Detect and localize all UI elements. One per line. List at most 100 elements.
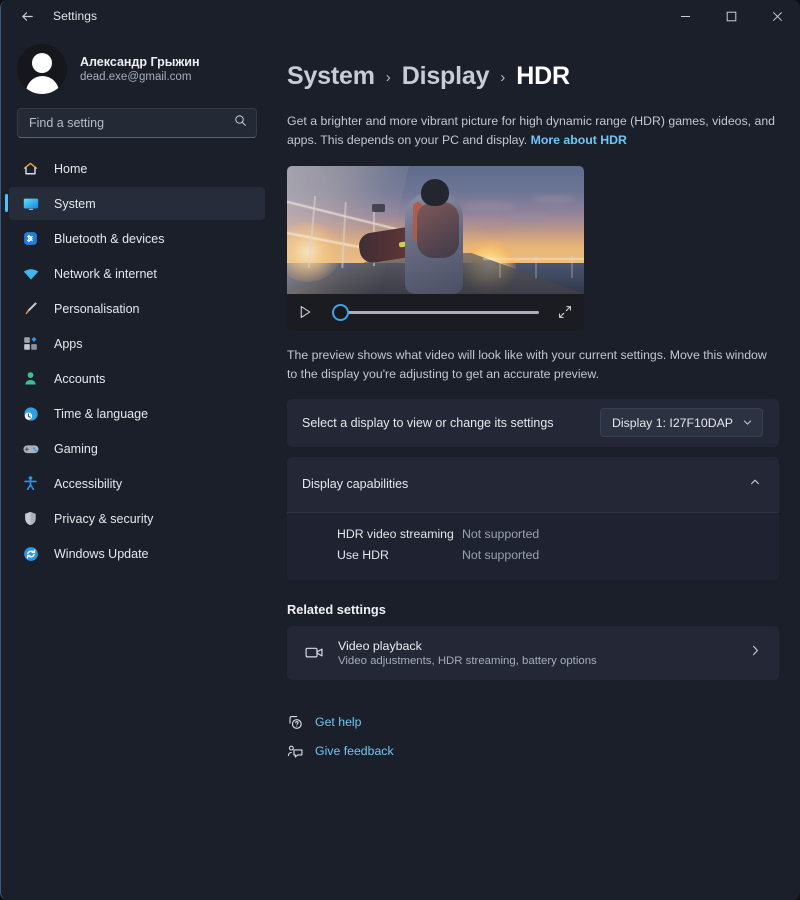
sidebar-item-home[interactable]: Home: [9, 152, 265, 185]
sidebar-item-system[interactable]: System: [5, 187, 265, 220]
apps-grid-icon: [21, 334, 40, 353]
sidebar-item-label: Accounts: [54, 371, 106, 386]
gamepad-icon: [21, 439, 40, 458]
account-section[interactable]: Александр Грыжин dead.exe@gmail.com: [1, 32, 273, 108]
feedback-icon: [287, 743, 315, 760]
breadcrumb-display[interactable]: Display: [402, 62, 490, 91]
maximize-icon: [726, 11, 736, 21]
shield-icon: [21, 509, 40, 528]
paintbrush-icon: [21, 299, 40, 318]
video-backpack: [417, 201, 459, 258]
video-playback-text: Video playback Video adjustments, HDR st…: [338, 639, 597, 667]
display-selector-card: Select a display to view or change its s…: [287, 398, 779, 447]
chevron-right-icon: ›: [500, 69, 506, 86]
video-far-post: [535, 255, 537, 278]
play-button[interactable]: [299, 305, 321, 319]
video-cloud: [477, 223, 511, 230]
video-far-post: [571, 255, 573, 278]
sidebar-item-bluetooth[interactable]: Bluetooth & devices: [9, 222, 265, 255]
video-playback-item[interactable]: Video playback Video adjustments, HDR st…: [287, 625, 779, 680]
accessibility-person-icon: [21, 474, 40, 493]
breadcrumb-system[interactable]: System: [287, 62, 375, 91]
get-help-link[interactable]: Get help: [287, 708, 437, 737]
capability-row: HDR video streaming Not supported: [287, 524, 779, 545]
fullscreen-button[interactable]: [552, 305, 572, 319]
video-preview-image: [287, 165, 584, 294]
seek-track: [332, 311, 539, 314]
sidebar-item-label: Bluetooth & devices: [54, 231, 165, 246]
sidebar-item-label: Network & internet: [54, 266, 157, 281]
sidebar-item-network[interactable]: Network & internet: [9, 257, 265, 290]
sidebar-item-label: Time & language: [54, 406, 149, 421]
display-selector-label: Select a display to view or change its s…: [302, 415, 554, 430]
fullscreen-expand-icon: [559, 306, 571, 319]
seek-thumb[interactable]: [332, 303, 349, 321]
search-section: [1, 108, 273, 148]
search-input[interactable]: [29, 116, 234, 130]
sidebar-item-label: Windows Update: [54, 546, 149, 561]
video-playback-title: Video playback: [338, 638, 422, 653]
sidebar-item-time-language[interactable]: Time & language: [9, 397, 265, 430]
capability-name: Use HDR: [337, 548, 389, 563]
display-select-dropdown[interactable]: Display 1: I27F10DAP: [600, 408, 763, 438]
close-icon: [772, 11, 782, 21]
give-feedback-link[interactable]: Give feedback: [287, 737, 437, 766]
chevron-right-icon: [749, 644, 762, 662]
video-seek-slider[interactable]: [332, 301, 539, 323]
related-settings-title: Related settings: [287, 601, 386, 617]
sidebar-item-personalisation[interactable]: Personalisation: [9, 292, 265, 325]
window-title: Settings: [53, 9, 98, 23]
window-body: Александр Грыжин dead.exe@gmail.com Find…: [1, 32, 800, 900]
sidebar-item-windows-update[interactable]: Windows Update: [9, 537, 265, 570]
sidebar-item-gaming[interactable]: Gaming: [9, 432, 265, 465]
capability-value: Not supported: [462, 548, 540, 563]
display-capabilities-body: HDR video streaming Not supported Use HD…: [287, 511, 779, 580]
video-cloud: [503, 213, 549, 222]
minimize-button[interactable]: [662, 0, 708, 32]
sidebar-item-apps[interactable]: Apps: [9, 327, 265, 360]
video-cloud: [533, 195, 575, 203]
update-refresh-icon: [21, 544, 40, 563]
title-bar: Settings: [1, 0, 800, 32]
more-about-hdr-link[interactable]: More about HDR: [531, 133, 627, 147]
sidebar-item-accessibility[interactable]: Accessibility: [9, 467, 265, 500]
sidebar-item-label: Accessibility: [54, 476, 123, 491]
search-icon: [234, 114, 247, 132]
search-box[interactable]: [17, 108, 257, 138]
chevron-down-icon: [742, 417, 753, 428]
close-button[interactable]: [754, 0, 800, 32]
play-triangle-icon: [300, 306, 311, 319]
back-button[interactable]: [11, 0, 43, 32]
give-feedback-label: Give feedback: [315, 744, 394, 759]
video-controls: [287, 293, 584, 331]
help-question-icon: [287, 714, 315, 731]
maximize-button[interactable]: [708, 0, 754, 32]
capability-name: HDR video streaming: [337, 527, 454, 542]
sidebar-item-label: Privacy & security: [54, 511, 154, 526]
avatar-head: [32, 53, 52, 73]
display-selector-row: Select a display to view or change its s…: [287, 399, 779, 447]
page-title: HDR: [516, 62, 570, 90]
video-playback-subtitle: Video adjustments, HDR streaming, batter…: [338, 654, 597, 667]
sidebar-nav: Home System Bluetooth & devices Network …: [1, 148, 273, 572]
sidebar-item-accounts[interactable]: Accounts: [9, 362, 265, 395]
display-capabilities-card: Display capabilities HDR video streaming…: [287, 456, 779, 580]
chevron-up-icon: [749, 475, 761, 493]
get-help-label: Get help: [315, 715, 362, 730]
sidebar-item-label: Gaming: [54, 441, 98, 456]
capability-value: Not supported: [462, 527, 540, 542]
sidebar-item-privacy-security[interactable]: Privacy & security: [9, 502, 265, 535]
breadcrumb: System › Display › HDR: [287, 62, 778, 91]
display-capabilities-header[interactable]: Display capabilities: [287, 457, 779, 512]
account-email: dead.exe@gmail.com: [80, 71, 192, 83]
sidebar: Александр Грыжин dead.exe@gmail.com Find…: [1, 32, 273, 900]
home-icon: [21, 159, 40, 178]
avatar-body: [25, 76, 59, 94]
bluetooth-icon: [21, 229, 40, 248]
display-select-value: Display 1: I27F10DAP: [612, 415, 733, 430]
account-name: Александр Грыжин: [80, 55, 200, 69]
sidebar-item-label: Apps: [54, 336, 83, 351]
settings-window: Settings Александр Грыжин dead.exe@gmail…: [0, 0, 800, 900]
capability-row: Use HDR Not supported: [287, 545, 779, 566]
avatar: [17, 44, 67, 94]
